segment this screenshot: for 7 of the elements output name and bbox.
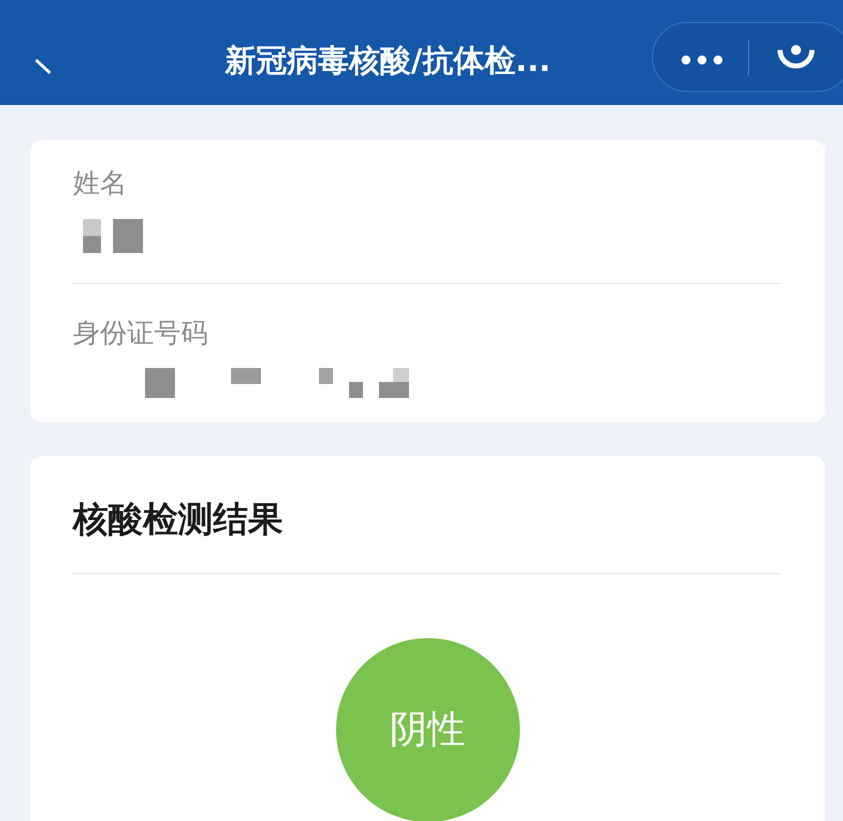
- back-icon[interactable]: [34, 58, 52, 75]
- field-label: 身份证号码: [72, 316, 209, 350]
- result-badge: 阴性: [336, 638, 520, 821]
- section-title: 核酸检测结果: [71, 499, 284, 542]
- more-icon[interactable]: [680, 54, 724, 66]
- field-label: 姓名: [72, 167, 128, 201]
- page-title: 新冠病毒核酸/抗体检...: [225, 42, 551, 81]
